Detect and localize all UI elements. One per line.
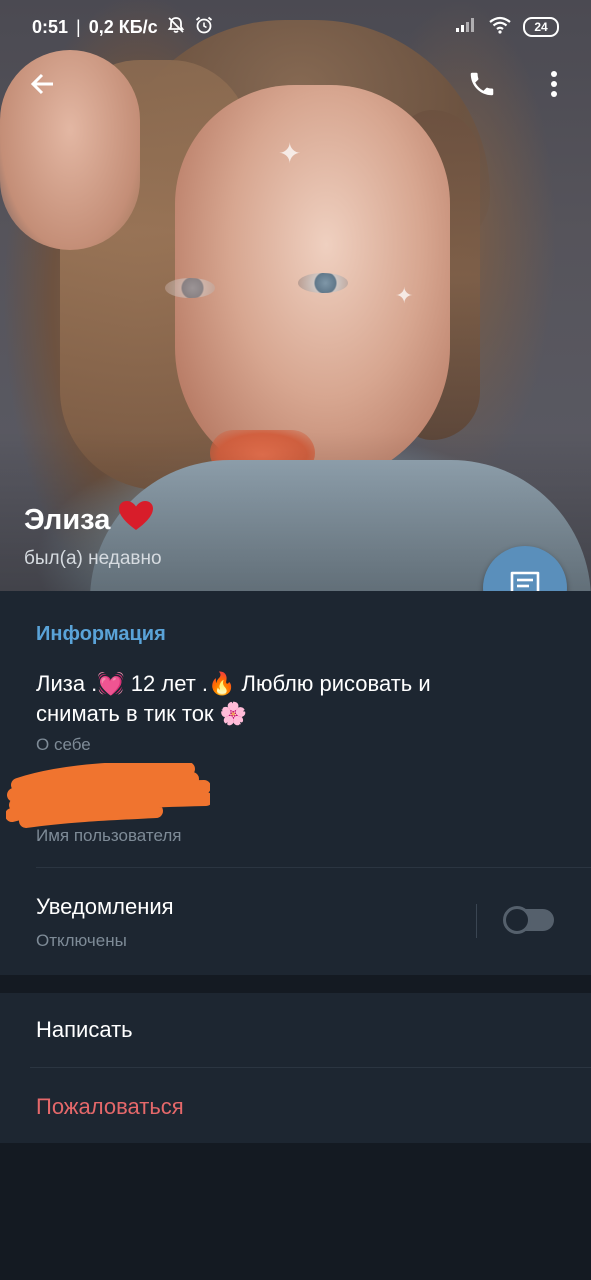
redaction-scribble [6,763,210,828]
username-label: Имя пользователя [36,826,182,845]
mute-bell-icon [166,15,186,40]
write-message-action[interactable]: Написать [36,1017,133,1043]
profile-screen: ✦ ✦ 0:51 | 0,2 КБ/с 24 Элиза был(а) неда… [0,0,591,1280]
bio-line: снимать в тик ток 🌸 [36,701,248,726]
profile-name-row: Элиза [24,500,162,540]
status-right: 24 [455,16,559,39]
profile-name: Элиза [24,503,111,536]
photo-eye-right [298,273,348,293]
status-time: 0:51 [32,16,69,37]
back-arrow-icon [28,70,56,103]
bio-line: Лиза .💓 12 лет .🔥 Люблю рисовать и [36,671,431,696]
more-options-button[interactable] [530,62,578,110]
info-section: Информация Лиза .💓 12 лет .🔥 Люблю рисов… [0,591,591,975]
notifications-toggle[interactable] [503,906,554,934]
photo-eye-left [165,278,215,298]
battery-icon: 24 [523,17,559,37]
sparkle-icon: ✦ [278,138,302,169]
status-speed: 0,2 КБ/с [88,16,158,37]
call-button[interactable] [458,62,506,110]
report-action[interactable]: Пожаловаться [36,1094,184,1120]
last-seen-status: был(а) недавно [24,548,162,569]
actions-section: Написать Пожаловаться [0,993,591,1143]
profile-name-block: Элиза был(а) недавно [24,500,162,570]
signal-icon [455,17,477,38]
top-app-bar [0,58,591,114]
wifi-icon [489,16,511,39]
back-button[interactable] [18,62,66,110]
more-vertical-icon [550,70,558,103]
notifications-title[interactable]: Уведомления [36,894,174,920]
toggle-knob [503,906,531,934]
divider [30,1067,591,1068]
status-bar: 0:51 | 0,2 КБ/с 24 [0,0,591,54]
notifications-status: Отключены [36,931,127,950]
bio-text[interactable]: Лиза .💓 12 лет .🔥 Люблю рисовать и снима… [36,669,556,729]
status-separator: | [76,16,81,37]
status-left: 0:51 | 0,2 КБ/с [32,15,214,40]
divider [36,867,591,868]
info-section-title: Информация [36,623,166,645]
bio-label: О себе [36,735,91,754]
phone-icon [467,69,497,104]
vertical-separator [476,904,477,938]
heart-icon [118,500,154,540]
sparkle-icon: ✦ [395,283,414,308]
alarm-clock-icon [194,15,214,40]
